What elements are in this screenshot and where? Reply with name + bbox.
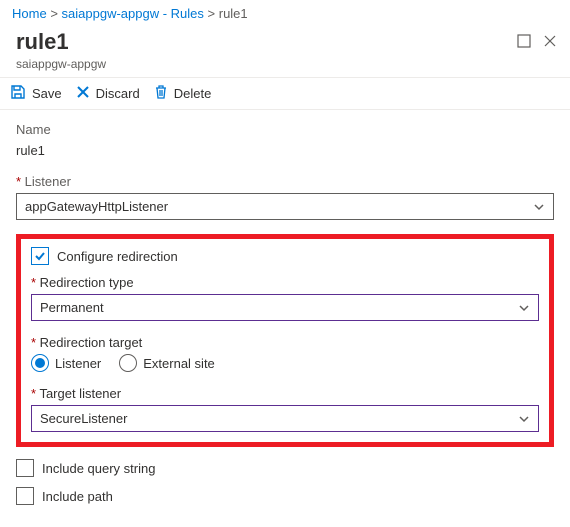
checkbox-checked-icon	[31, 247, 49, 265]
name-value: rule1	[16, 141, 554, 160]
checkbox-unchecked-icon	[16, 487, 34, 505]
redirection-type-select[interactable]: Permanent	[31, 294, 539, 321]
save-button-label: Save	[32, 86, 62, 101]
discard-button[interactable]: Discard	[76, 84, 140, 103]
radio-selected-icon	[31, 354, 49, 372]
discard-button-label: Discard	[96, 86, 140, 101]
target-listener-select[interactable]: SecureListener	[31, 405, 539, 432]
redirection-target-listener-radio[interactable]: Listener	[31, 354, 101, 372]
delete-button-label: Delete	[174, 86, 212, 101]
redirection-target-field: Redirection target Listener External sit…	[31, 335, 539, 372]
radio-external-label: External site	[143, 356, 215, 371]
redirection-target-external-radio[interactable]: External site	[119, 354, 215, 372]
breadcrumb-rules-link[interactable]: saiappgw-appgw - Rules	[62, 6, 204, 21]
chevron-down-icon	[533, 201, 545, 213]
configure-redirect-checkbox[interactable]: Configure redirection	[31, 247, 539, 265]
radio-listener-label: Listener	[55, 356, 101, 371]
listener-select-value: appGatewayHttpListener	[25, 199, 168, 214]
form-content: Name rule1 Listener appGatewayHttpListen…	[0, 110, 570, 527]
configure-redirect-label: Configure redirection	[57, 249, 178, 264]
page-subtitle: saiappgw-appgw	[0, 57, 570, 77]
chevron-down-icon	[518, 413, 530, 425]
close-icon[interactable]	[542, 33, 558, 49]
target-listener-value: SecureListener	[40, 411, 127, 426]
target-listener-field: Target listener SecureListener	[31, 386, 539, 432]
pin-icon[interactable]	[516, 33, 532, 49]
redirection-type-value: Permanent	[40, 300, 104, 315]
include-query-label: Include query string	[42, 461, 155, 476]
breadcrumb-separator: >	[50, 6, 61, 21]
listener-select[interactable]: appGatewayHttpListener	[16, 193, 554, 220]
breadcrumb-home-link[interactable]: Home	[12, 6, 47, 21]
checkbox-unchecked-icon	[16, 459, 34, 477]
delete-icon	[154, 84, 168, 103]
command-bar: Save Discard Delete	[0, 77, 570, 110]
include-query-checkbox[interactable]: Include query string	[16, 459, 554, 477]
breadcrumb-separator: >	[208, 6, 219, 21]
save-button[interactable]: Save	[10, 84, 62, 103]
discard-icon	[76, 85, 90, 102]
chevron-down-icon	[518, 302, 530, 314]
listener-field: Listener appGatewayHttpListener	[16, 174, 554, 220]
name-label: Name	[16, 122, 554, 137]
target-listener-label: Target listener	[31, 386, 539, 401]
radio-unselected-icon	[119, 354, 137, 372]
breadcrumb: Home > saiappgw-appgw - Rules > rule1	[0, 0, 570, 25]
redirection-type-field: Redirection type Permanent	[31, 275, 539, 321]
highlight-redirection-box: Configure redirection Redirection type P…	[16, 234, 554, 447]
redirection-type-label: Redirection type	[31, 275, 539, 290]
listener-label: Listener	[16, 174, 554, 189]
save-icon	[10, 84, 26, 103]
name-field: Name rule1	[16, 122, 554, 160]
breadcrumb-current: rule1	[219, 6, 248, 21]
page-title: rule1	[16, 29, 69, 55]
include-path-label: Include path	[42, 489, 113, 504]
redirection-target-label: Redirection target	[31, 335, 539, 350]
delete-button[interactable]: Delete	[154, 84, 212, 103]
include-path-checkbox[interactable]: Include path	[16, 487, 554, 505]
page-header: rule1	[0, 25, 570, 57]
